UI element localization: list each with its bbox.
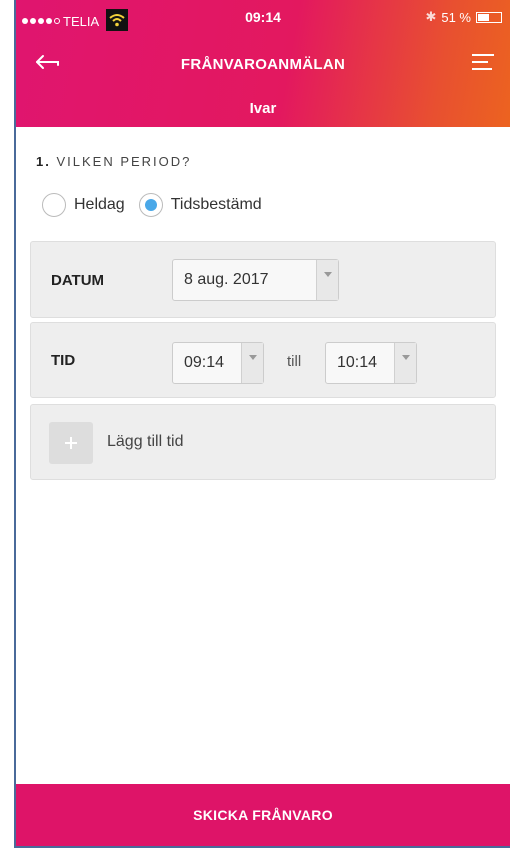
chevron-down-icon	[316, 260, 338, 300]
radio-heldag[interactable]: Heldag	[42, 193, 125, 217]
time-row: TID 09:14 till 10:14	[30, 322, 496, 398]
header: TELIA 09:14 ✱ 51 % FRÅNVAROANMÄLAN Ivar	[16, 0, 510, 127]
battery-icon	[476, 11, 502, 23]
section-number: 1.	[36, 154, 51, 169]
time-from-select[interactable]: 09:14	[172, 342, 264, 384]
chevron-down-icon	[394, 343, 416, 383]
radio-tidsbestamd[interactable]: Tidsbestämd	[138, 193, 262, 217]
radio-button-icon[interactable]	[138, 193, 163, 217]
section-heading: 1. VILKEN PERIOD?	[36, 154, 191, 169]
radio-button-icon[interactable]	[42, 193, 66, 217]
status-bar: TELIA 09:14 ✱ 51 %	[16, 0, 510, 36]
time-to-select[interactable]: 10:14	[325, 342, 417, 384]
battery-percent: 51 %	[441, 9, 471, 25]
add-time-label[interactable]: Lägg till tid	[107, 433, 184, 451]
time-label: TID	[51, 352, 76, 369]
page-title: FRÅNVAROANMÄLAN	[180, 56, 346, 73]
app-screen: TELIA 09:14 ✱ 51 % FRÅNVAROANMÄLAN Ivar …	[14, 0, 510, 848]
period-radio-group: Heldag Tidsbestämd	[42, 193, 262, 217]
submit-absence-button[interactable]: SKICKA FRÅNVARO	[16, 784, 510, 846]
student-name: Ivar	[249, 100, 277, 117]
date-select[interactable]: 8 aug. 2017	[172, 259, 339, 301]
chevron-down-icon	[241, 343, 263, 383]
time-to-value: 10:14	[337, 354, 378, 371]
date-row: DATUM 8 aug. 2017	[30, 241, 496, 318]
time-from-value: 09:14	[184, 354, 225, 371]
radio-label: Heldag	[74, 196, 125, 213]
menu-icon[interactable]	[472, 54, 494, 74]
bluetooth-icon: ✱	[425, 9, 437, 24]
time-separator: till	[287, 353, 302, 370]
status-right: ✱ 51 %	[425, 9, 502, 25]
nav-bar: FRÅNVAROANMÄLAN	[16, 48, 510, 82]
add-time-row[interactable]: Lägg till tid	[30, 404, 496, 480]
date-label: DATUM	[51, 272, 105, 289]
radio-label: Tidsbestämd	[170, 196, 262, 213]
plus-icon[interactable]	[49, 422, 93, 464]
section-title: VILKEN PERIOD?	[56, 154, 192, 169]
date-value: 8 aug. 2017	[184, 271, 269, 288]
